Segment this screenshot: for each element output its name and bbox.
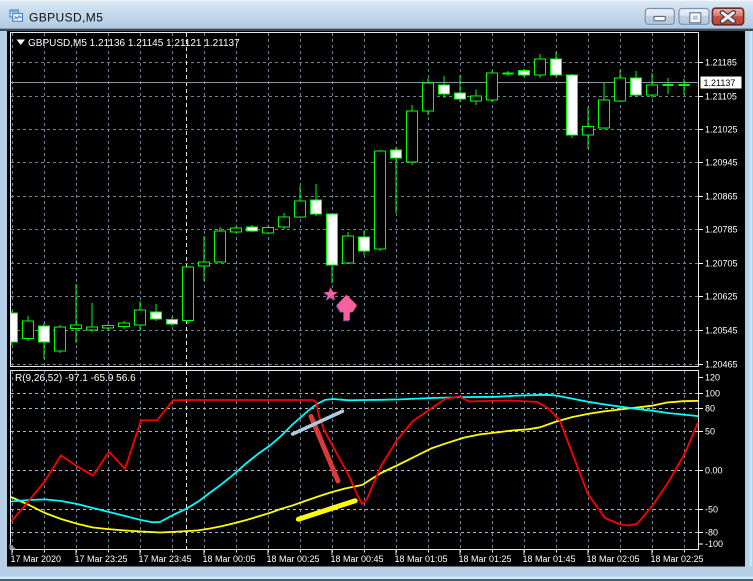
svg-text:GBPUSD,M5 1.21136 1.21145 1.2: GBPUSD,M5 1.21136 1.21145 1.21121 1.2113… [28, 38, 240, 49]
svg-text:1.21105: 1.21105 [705, 92, 737, 102]
svg-text:-100: -100 [705, 539, 723, 549]
svg-text:1.20865: 1.20865 [705, 192, 738, 202]
svg-text:17 Mar 23:25: 17 Mar 23:25 [75, 554, 128, 564]
svg-text:1.20705: 1.20705 [705, 259, 738, 269]
svg-text:18 Mar 00:45: 18 Mar 00:45 [331, 554, 384, 564]
svg-text:1.21137: 1.21137 [704, 78, 736, 88]
svg-text:1.20545: 1.20545 [705, 326, 738, 336]
svg-text:18 Mar 01:45: 18 Mar 01:45 [523, 554, 576, 564]
svg-text:120: 120 [705, 373, 720, 383]
svg-text:1.20785: 1.20785 [705, 225, 738, 235]
svg-text:100: 100 [705, 389, 720, 399]
svg-text:18 Mar 02:05: 18 Mar 02:05 [587, 554, 640, 564]
svg-text:-80: -80 [705, 528, 718, 538]
svg-text:17 Mar 23:45: 17 Mar 23:45 [139, 554, 192, 564]
svg-text:18 Mar 01:25: 18 Mar 01:25 [459, 554, 512, 564]
svg-text:18 Mar 00:25: 18 Mar 00:25 [267, 554, 320, 564]
svg-text:17 Mar 2020: 17 Mar 2020 [11, 554, 62, 564]
svg-text:-50: -50 [705, 505, 718, 515]
svg-text:18 Mar 00:05: 18 Mar 00:05 [203, 554, 256, 564]
svg-text:18 Mar 01:05: 18 Mar 01:05 [395, 554, 448, 564]
svg-text:18 Mar 02:25: 18 Mar 02:25 [651, 554, 704, 564]
svg-text:50: 50 [705, 427, 715, 437]
svg-text:R(9,26,52) -97.1 -65.9 56.6: R(9,26,52) -97.1 -65.9 56.6 [15, 373, 136, 384]
svg-text:GBPUSD,M5: GBPUSD,M5 [29, 10, 103, 24]
svg-text:1.20465: 1.20465 [705, 360, 738, 370]
svg-text:1.20625: 1.20625 [705, 292, 738, 302]
svg-text:1.21185: 1.21185 [705, 58, 737, 68]
svg-text:1.21025: 1.21025 [705, 125, 738, 135]
svg-text:0.00: 0.00 [705, 466, 723, 476]
svg-text:1.20945: 1.20945 [705, 158, 738, 168]
svg-text:80: 80 [705, 404, 715, 414]
